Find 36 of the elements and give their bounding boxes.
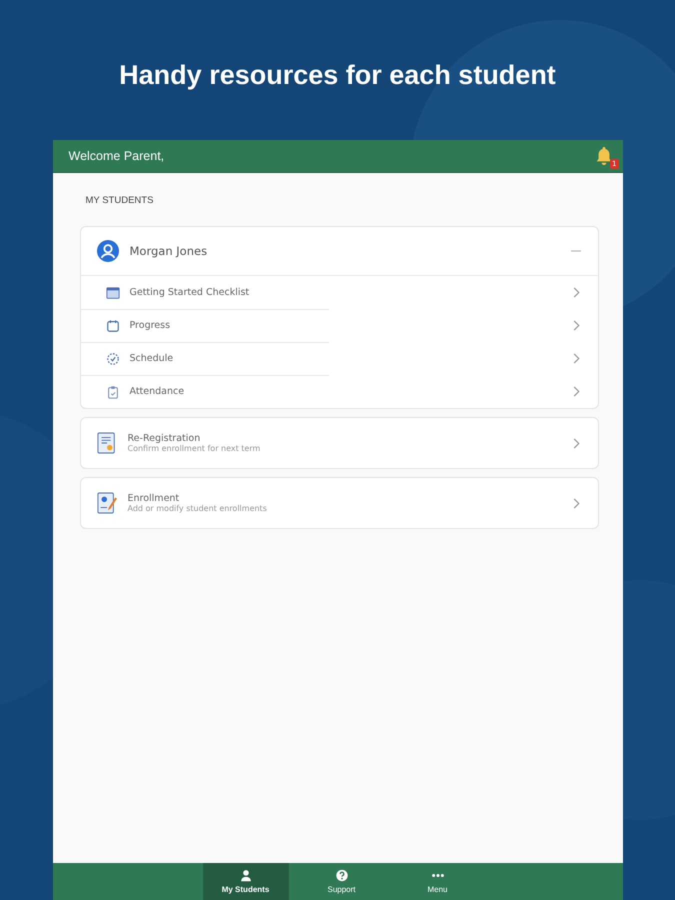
calendar-grid-icon (106, 286, 120, 300)
menu-item[interactable]: Progress (80, 309, 598, 342)
action-card[interactable]: Re-Registration Confirm enrollment for next term (80, 417, 598, 469)
item-label: Schedule (130, 353, 174, 364)
chevron-right-icon (572, 287, 580, 298)
section-title: MY STUDENTS (86, 195, 154, 206)
card-subtitle: Add or modify student enrollments (128, 504, 268, 513)
chevron-right-icon (572, 320, 580, 331)
clipboard-icon (106, 384, 120, 398)
chevron-right-icon (572, 386, 580, 397)
person-icon (238, 869, 252, 882)
document-pencil-icon (96, 491, 116, 515)
student-name: Morgan Jones (130, 244, 208, 258)
calendar-icon (106, 318, 120, 332)
menu-item[interactable]: Getting Started Checklist (80, 276, 598, 309)
headline: Handy resources for each student (119, 60, 556, 92)
card-title: Re-Registration (128, 433, 202, 444)
item-label: Getting Started Checklist (130, 287, 250, 298)
nav-tab[interactable]: Support (298, 863, 384, 900)
card-title: Enrollment (128, 493, 180, 504)
document-seal-icon (96, 431, 116, 455)
nav-tab[interactable]: My Students (202, 863, 288, 900)
menu-item[interactable]: Schedule (80, 342, 598, 375)
avatar-icon (96, 240, 118, 262)
greeting: Welcome Parent, (68, 149, 164, 163)
item-label: Attendance (130, 386, 186, 397)
chevron-right-icon (572, 498, 580, 508)
chevron-right-icon (572, 353, 580, 364)
chevron-right-icon (572, 438, 580, 448)
nav-tab[interactable]: Menu (394, 863, 480, 900)
action-card[interactable]: Enrollment Add or modify student enrollments (80, 477, 598, 529)
item-label: Progress (130, 320, 172, 331)
bell-icon[interactable] (594, 145, 612, 167)
menu-item[interactable]: Attendance (80, 375, 598, 408)
help-icon (334, 869, 348, 882)
card-subtitle: Confirm enrollment for next term (128, 444, 262, 453)
